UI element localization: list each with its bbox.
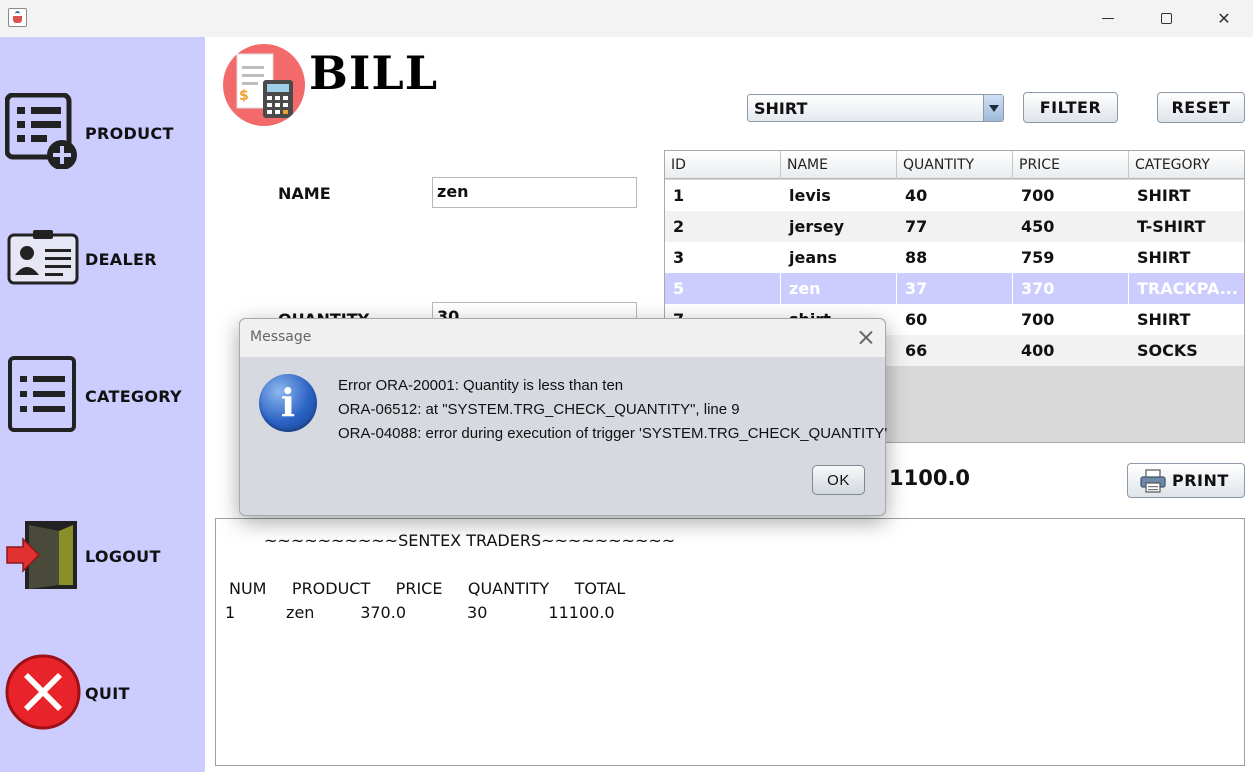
sidebar-item-quit[interactable]: QUIT: [0, 651, 205, 741]
sidebar-item-label: DEALER: [85, 250, 157, 269]
print-button[interactable]: PRINT: [1127, 463, 1245, 498]
bill-receipt-textarea[interactable]: ~~~~~~~~~~SENTEX TRADERS~~~~~~~~~~ NUM P…: [215, 518, 1245, 766]
printer-icon: [1140, 468, 1166, 493]
column-header-category[interactable]: CATEGORY: [1129, 151, 1244, 179]
receipt-line-item: 1 zen 370.0 30 11100.0: [225, 603, 615, 622]
cell-category: SHIRT: [1137, 186, 1191, 205]
cell-name: jeans: [789, 248, 838, 267]
cell-price: 370: [1013, 273, 1129, 304]
info-icon: i: [259, 374, 317, 432]
table-row[interactable]: 1 levis 40 700 SHIRT: [665, 180, 1244, 211]
cell-price: 450: [1021, 217, 1055, 236]
cell-price: 400: [1021, 341, 1055, 360]
name-input[interactable]: zen: [432, 177, 637, 208]
sidebar-item-label: LOGOUT: [85, 547, 161, 566]
cell-category: SOCKS: [1137, 341, 1198, 360]
dialog-title: Message: [250, 329, 312, 345]
dialog-message-line: ORA-06512: at "SYSTEM.TRG_CHECK_QUANTITY…: [338, 401, 740, 418]
maximize-button[interactable]: [1137, 0, 1195, 37]
cell-id: 3: [673, 248, 685, 267]
cell-quantity: 88: [905, 248, 928, 267]
cell-category: SHIRT: [1137, 248, 1191, 267]
cell-quantity: 37: [897, 273, 1013, 304]
table-row-selected[interactable]: 5 zen 37 370 TRACKPA...: [665, 273, 1244, 304]
cell-id: 1: [673, 186, 685, 205]
sidebar-item-dealer[interactable]: DEALER: [0, 217, 205, 307]
sidebar-item-category[interactable]: CATEGORY: [0, 353, 205, 443]
column-header-quantity[interactable]: QUANTITY: [897, 151, 1013, 179]
java-app-icon: [8, 8, 27, 27]
cell-id: 2: [673, 217, 685, 236]
cell-price: 700: [1021, 186, 1055, 205]
receipt-header: ~~~~~~~~~~SENTEX TRADERS~~~~~~~~~~: [264, 531, 676, 550]
quit-x-icon: [5, 654, 81, 730]
dialog-titlebar[interactable]: Message: [240, 319, 885, 357]
table-row[interactable]: 3 jeans 88 759 SHIRT: [665, 242, 1244, 273]
receipt-columns: NUM PRODUCT PRICE QUANTITY TOTAL: [229, 579, 626, 598]
sidebar-item-product[interactable]: PRODUCT: [0, 89, 205, 179]
cell-id: 5: [665, 273, 781, 304]
table-header: ID NAME QUANTITY PRICE CATEGORY: [665, 151, 1244, 179]
cell-category: SHIRT: [1137, 310, 1191, 329]
close-icon: ✕: [1217, 9, 1231, 28]
cell-category: T-SHIRT: [1137, 217, 1206, 236]
sidebar-item-logout[interactable]: LOGOUT: [0, 515, 205, 605]
reset-button[interactable]: RESET: [1157, 92, 1245, 123]
sidebar-item-label: CATEGORY: [85, 387, 182, 406]
cell-name: zen: [781, 273, 897, 304]
cell-quantity: 77: [905, 217, 928, 236]
filter-button[interactable]: FILTER: [1023, 92, 1118, 123]
window-titlebar: ✕: [0, 0, 1253, 37]
category-select-value: SHIRT: [754, 99, 808, 118]
column-header-price[interactable]: PRICE: [1013, 151, 1129, 179]
close-window-button[interactable]: ✕: [1195, 0, 1253, 37]
cell-price: 700: [1021, 310, 1055, 329]
name-label: NAME: [278, 184, 331, 203]
dialog-message-line: ORA-04088: error during execution of tri…: [338, 425, 888, 442]
message-dialog: Message i Error ORA-20001: Quantity is l…: [239, 318, 888, 516]
dealer-id-card-icon: [7, 230, 79, 285]
category-select[interactable]: SHIRT: [747, 94, 1004, 122]
table-row[interactable]: 2 jersey 77 450 T-SHIRT: [665, 211, 1244, 242]
cell-quantity: 60: [905, 310, 928, 329]
product-add-icon: [5, 93, 77, 169]
cell-category: TRACKPA...: [1137, 279, 1238, 298]
cell-quantity: 66: [905, 341, 928, 360]
chevron-down-icon[interactable]: [983, 95, 1003, 121]
page-title: BILL: [309, 46, 439, 100]
dialog-message-line: Error ORA-20001: Quantity is less than t…: [338, 377, 624, 394]
sidebar: PRODUCT DEALER CATEGORY LOGOUT QUIT: [0, 37, 205, 772]
minimize-icon: [1102, 18, 1114, 19]
total-amount: 1100.0: [889, 466, 971, 490]
bill-receipt-calculator-icon: $: [223, 44, 305, 126]
category-list-icon: [8, 356, 76, 432]
cell-price: 759: [1021, 248, 1055, 267]
sidebar-item-label: PRODUCT: [85, 124, 174, 143]
minimize-button[interactable]: [1079, 0, 1137, 37]
cell-quantity: 40: [905, 186, 928, 205]
sidebar-item-label: QUIT: [85, 684, 130, 703]
column-header-id[interactable]: ID: [665, 151, 781, 179]
ok-button[interactable]: OK: [812, 465, 865, 495]
close-icon[interactable]: [856, 328, 876, 348]
maximize-icon: [1160, 13, 1172, 24]
logout-door-icon: [6, 521, 77, 589]
print-button-label: PRINT: [1172, 471, 1229, 490]
cell-name: jersey: [789, 217, 845, 236]
svg-text:$: $: [239, 88, 249, 104]
cell-name: levis: [789, 186, 831, 205]
column-header-name[interactable]: NAME: [781, 151, 897, 179]
